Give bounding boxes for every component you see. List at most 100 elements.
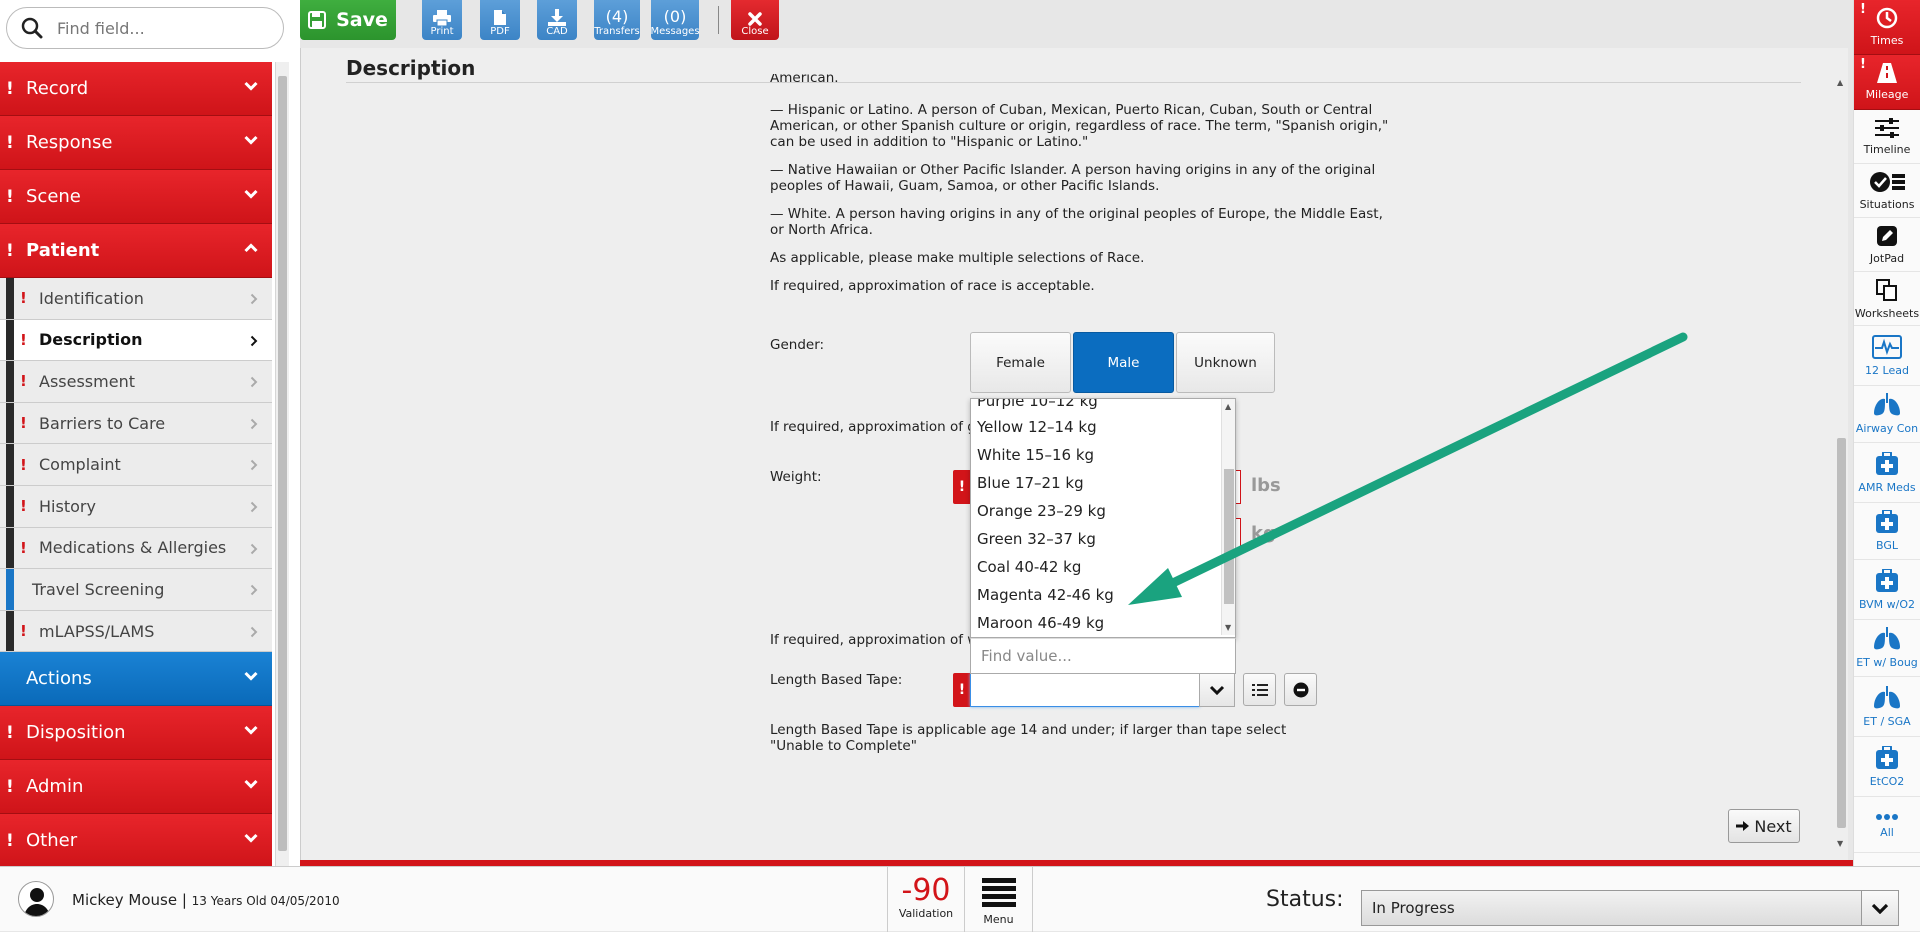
hamburger-icon xyxy=(981,878,1016,907)
road-icon xyxy=(1875,63,1899,86)
quick-tool-amr-meds[interactable]: AMR Meds xyxy=(1854,443,1920,503)
sidebar-item-label: Description xyxy=(39,330,143,350)
validation-button[interactable]: -90 Validation xyxy=(887,867,965,932)
sidebar-item-identification[interactable]: ! Identification xyxy=(0,278,272,320)
dropdown-option[interactable]: White 15–16 kg xyxy=(971,441,1221,469)
search-input[interactable] xyxy=(57,16,272,40)
patient-name-line[interactable]: Mickey Mouse | 13 Years Old 04/05/2010 xyxy=(72,891,340,909)
sidebar-item-history[interactable]: ! History xyxy=(0,485,272,528)
nav-list: ! Record! Response! Scene! Patient! Identific… xyxy=(0,62,272,869)
weight-approx-text: If required, approximation of we xyxy=(770,632,987,648)
sidebar-section-scene[interactable]: ! Scene xyxy=(0,170,272,224)
field-search[interactable] xyxy=(6,7,284,49)
quick-tool-etco2[interactable]: EtCO2 xyxy=(1854,737,1920,797)
quick-tool-times[interactable]: ! Times xyxy=(1854,0,1920,55)
sidebar-item-description[interactable]: ! Description xyxy=(0,319,272,362)
sidebar-item-barriers-to-care[interactable]: ! Barriers to Care xyxy=(0,402,272,445)
quick-tool-all[interactable]: All xyxy=(1854,797,1920,853)
page-title: Description xyxy=(346,56,476,80)
sidebar-scrollbar[interactable] xyxy=(275,62,289,866)
clear-button[interactable] xyxy=(1284,673,1317,706)
sidebar-section-label: Scene xyxy=(26,186,81,207)
length-tape-dropdown: Purple 10–12 kg Yellow 12–14 kg White 15–1… xyxy=(970,398,1236,638)
clock-icon xyxy=(1876,7,1898,32)
sidebar-section-other[interactable]: ! Other xyxy=(0,814,272,869)
next-button[interactable]: Next xyxy=(1728,809,1800,843)
quick-tool-et-sga[interactable]: ET / SGA xyxy=(1854,677,1920,737)
status-select[interactable]: In Progress xyxy=(1361,890,1863,926)
status-dropdown-button[interactable] xyxy=(1861,890,1899,926)
scroll-up-icon[interactable]: ▲ xyxy=(1837,78,1843,87)
dropdown-option[interactable]: Yellow 12–14 kg xyxy=(971,413,1221,441)
list-button[interactable] xyxy=(1243,673,1276,706)
quick-tool-mileage[interactable]: ! Mileage xyxy=(1854,55,1920,110)
messages-button[interactable]: (0) Messages xyxy=(650,0,700,40)
quick-tool-situations[interactable]: Situations xyxy=(1854,164,1920,218)
sidebar-section-response[interactable]: ! Response xyxy=(0,116,272,170)
quick-tool-worksheets[interactable]: Worksheets xyxy=(1854,272,1920,326)
close-button[interactable]: Close xyxy=(731,0,779,40)
sidebar-section-label: Patient xyxy=(26,240,100,261)
search-icon xyxy=(21,17,43,39)
length-tape-input[interactable] xyxy=(970,673,1200,707)
sidebar-item-complaint[interactable]: ! Complaint xyxy=(0,444,272,486)
scroll-up-icon[interactable]: ▲ xyxy=(1225,402,1231,411)
download-icon xyxy=(548,9,566,26)
sidebar-section-label: Admin xyxy=(26,776,84,798)
dropdown-option[interactable]: Green 32–37 kg xyxy=(971,525,1221,553)
sidebar-item-label: Assessment xyxy=(39,371,135,391)
sidebar-section-label: Other xyxy=(26,830,78,852)
chevron-right-icon xyxy=(250,335,258,346)
gender-unknown-button[interactable]: Unknown xyxy=(1176,332,1275,393)
sidebar-item-mlapss-lams[interactable]: ! mLAPSS/LAMS xyxy=(0,610,272,653)
dropdown-option[interactable]: Maroon 46-49 kg xyxy=(971,609,1221,635)
quick-tool-label: All xyxy=(1880,825,1894,839)
sidebar-section-admin[interactable]: ! Admin xyxy=(0,760,272,815)
required-indicator: ! xyxy=(6,78,14,99)
gender-label: Gender: xyxy=(770,337,825,353)
length-tape-dropdown-button[interactable] xyxy=(1199,673,1235,707)
sidebar-item-travel-screening[interactable]: Travel Screening xyxy=(0,569,272,611)
transfers-label: Transfers xyxy=(594,26,640,37)
quick-tool-timeline[interactable]: Timeline xyxy=(1854,110,1920,164)
sidebar-item-assessment[interactable]: ! Assessment xyxy=(0,361,272,403)
sidebar-item-medications-allergies[interactable]: ! Medications & Allergies xyxy=(0,527,272,570)
dropdown-option[interactable]: Magenta 42-46 kg xyxy=(971,581,1221,609)
chevron-down-icon xyxy=(244,135,258,145)
transfers-button[interactable]: (4) Transfers xyxy=(594,0,640,40)
pdf-button[interactable]: PDF xyxy=(480,0,520,40)
gender-female-button[interactable]: Female xyxy=(970,332,1071,393)
sidebar-section-patient[interactable]: ! Patient xyxy=(0,224,272,278)
scroll-down-icon[interactable]: ▼ xyxy=(1225,623,1231,632)
quick-tool-12-lead[interactable]: 12 Lead xyxy=(1854,326,1920,386)
quick-tool-bgl[interactable]: BGL xyxy=(1854,503,1920,560)
dropdown-option[interactable]: Purple 10–12 kg xyxy=(971,399,1221,413)
menu-button[interactable]: Menu xyxy=(965,867,1033,932)
sidebar-section-disposition[interactable]: ! Disposition xyxy=(0,706,272,761)
main-scrollbar[interactable]: ▲ ▼ xyxy=(1834,78,1848,848)
dropdown-option[interactable]: Orange 23–29 kg xyxy=(971,497,1221,525)
arrow-right-icon xyxy=(1736,821,1750,831)
gender-male-button[interactable]: Male xyxy=(1073,332,1174,393)
save-button[interactable]: Save xyxy=(300,0,396,40)
dropdown-find-input[interactable]: Find value... xyxy=(970,638,1236,674)
chevron-right-icon xyxy=(250,543,258,554)
dropdown-option[interactable]: Coal 40-42 kg xyxy=(971,553,1221,581)
dropdown-options: Purple 10–12 kg Yellow 12–14 kg White 15–1… xyxy=(971,399,1221,635)
sidebar-section-actions[interactable]: Actions xyxy=(0,652,272,707)
cad-button[interactable]: CAD xyxy=(537,0,577,40)
required-indicator: ! xyxy=(20,538,27,557)
weight-label: Weight: xyxy=(770,469,822,485)
save-label: Save xyxy=(336,9,388,31)
chevron-down-icon xyxy=(244,834,258,843)
dropdown-scrollbar[interactable]: ▲ ▼ xyxy=(1221,399,1235,635)
print-button[interactable]: Print xyxy=(422,0,462,40)
quick-tool-et-w-boug[interactable]: ET w/ Boug xyxy=(1854,620,1920,677)
quick-tool-bvm-w-o2[interactable]: BVM w/O2 xyxy=(1854,560,1920,620)
scroll-down-icon[interactable]: ▼ xyxy=(1837,839,1843,848)
dropdown-option[interactable]: Blue 17–21 kg xyxy=(971,469,1221,497)
quick-tool-jotpad[interactable]: JotPad xyxy=(1854,218,1920,272)
required-indicator: ! xyxy=(20,455,27,474)
quick-tool-airway-con[interactable]: Airway Con xyxy=(1854,386,1920,443)
sidebar-section-record[interactable]: ! Record xyxy=(0,62,272,116)
